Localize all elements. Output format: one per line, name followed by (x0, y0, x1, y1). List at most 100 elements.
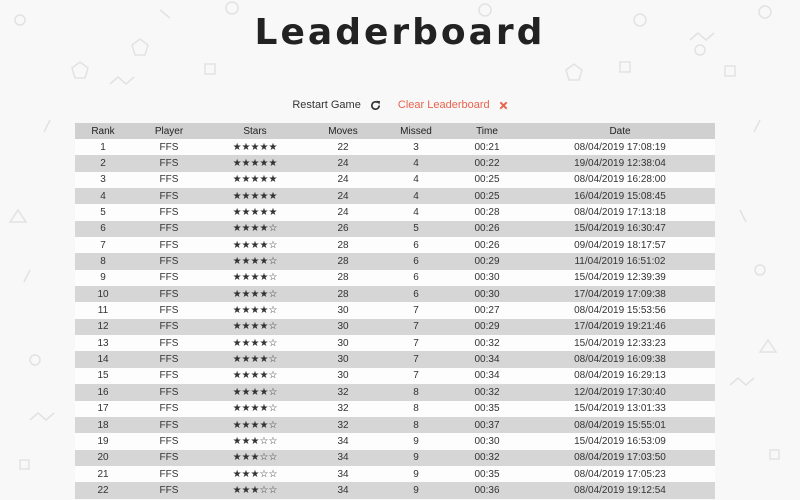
cell-date: 08/04/2019 17:05:23 (525, 465, 715, 483)
cell-time: 00:32 (449, 335, 525, 352)
cell-rank: 10 (75, 286, 131, 303)
column-header-date: Date (525, 123, 715, 139)
restart-game-button[interactable]: Restart Game (292, 97, 380, 113)
cell-time: 00:29 (449, 253, 525, 270)
cell-moves: 28 (303, 269, 383, 287)
cell-missed: 8 (383, 400, 449, 417)
cell-date: 08/04/2019 17:03:50 (525, 449, 715, 466)
cell-time: 00:34 (449, 367, 525, 385)
star-filled-icon: ★ (232, 484, 242, 496)
star-filled-icon: ★ (241, 256, 251, 268)
cell-missed: 7 (383, 302, 449, 319)
table-row: 8 FFS ★★★★☆ 28 6 00:29 11/04/2019 16:51:02 (75, 253, 715, 270)
star-filled-icon: ★ (232, 370, 242, 382)
star-filled-icon: ★ (241, 321, 251, 333)
leaderboard-controls: Restart Game Clear Leaderboard (0, 97, 800, 113)
star-rating: ★★★★☆ (207, 384, 303, 401)
cell-time: 00:27 (449, 302, 525, 319)
cell-missed: 9 (383, 465, 449, 483)
cell-date: 09/04/2019 18:17:57 (525, 237, 715, 254)
star-rating: ★★★★☆ (207, 318, 303, 336)
cell-player: FFS (131, 237, 207, 254)
star-filled-icon: ★ (241, 337, 251, 349)
star-filled-icon: ★ (232, 452, 242, 464)
cell-date: 15/04/2019 16:53:09 (525, 433, 715, 450)
table-row: 17 FFS ★★★★☆ 32 8 00:35 15/04/2019 13:01:33 (75, 400, 715, 417)
column-header-time: Time (449, 123, 525, 139)
star-filled-icon: ★ (268, 207, 278, 219)
star-filled-icon: ★ (241, 158, 251, 170)
cell-moves: 34 (303, 449, 383, 466)
close-icon (499, 101, 507, 109)
star-filled-icon: ★ (232, 321, 242, 333)
clear-leaderboard-button[interactable]: Clear Leaderboard (398, 97, 508, 113)
cell-time: 00:21 (449, 139, 525, 156)
star-filled-icon: ★ (232, 256, 242, 268)
star-rating: ★★★★☆ (207, 253, 303, 270)
star-filled-icon: ★ (232, 272, 242, 284)
table-row: 11 FFS ★★★★☆ 30 7 00:27 08/04/2019 15:53:56 (75, 302, 715, 319)
cell-date: 08/04/2019 17:13:18 (525, 204, 715, 221)
star-rating: ★★★★★ (207, 171, 303, 189)
cell-player: FFS (131, 400, 207, 417)
table-row: 21 FFS ★★★☆☆ 34 9 00:35 08/04/2019 17:05:23 (75, 465, 715, 483)
cell-missed: 6 (383, 286, 449, 303)
cell-moves: 26 (303, 220, 383, 238)
cell-missed: 7 (383, 351, 449, 368)
star-filled-icon: ★ (232, 158, 242, 170)
star-empty-icon: ☆ (268, 337, 278, 349)
table-row: 6 FFS ★★★★☆ 26 5 00:26 15/04/2019 16:30:47 (75, 220, 715, 238)
star-rating: ★★★☆☆ (207, 449, 303, 466)
cell-missed: 7 (383, 367, 449, 385)
star-filled-icon: ★ (241, 223, 251, 235)
star-rating: ★★★☆☆ (207, 465, 303, 483)
table-row: 3 FFS ★★★★★ 24 4 00:25 08/04/2019 16:28:00 (75, 171, 715, 189)
table-row: 19 FFS ★★★☆☆ 34 9 00:30 15/04/2019 16:53:09 (75, 433, 715, 450)
star-filled-icon: ★ (232, 174, 242, 186)
cell-date: 17/04/2019 19:21:46 (525, 318, 715, 336)
cell-player: FFS (131, 351, 207, 368)
cell-moves: 30 (303, 318, 383, 336)
cell-rank: 3 (75, 171, 131, 189)
cell-rank: 17 (75, 400, 131, 417)
star-filled-icon: ★ (232, 207, 242, 219)
star-filled-icon: ★ (241, 435, 251, 447)
cell-rank: 20 (75, 449, 131, 466)
cell-moves: 30 (303, 335, 383, 352)
star-empty-icon: ☆ (268, 468, 278, 480)
star-filled-icon: ★ (232, 288, 242, 300)
star-rating: ★★★★☆ (207, 302, 303, 319)
star-rating: ★★★★☆ (207, 400, 303, 417)
cell-missed: 5 (383, 220, 449, 238)
cell-player: FFS (131, 416, 207, 434)
column-header-player: Player (131, 123, 207, 139)
star-filled-icon: ★ (241, 354, 251, 366)
cell-moves: 34 (303, 465, 383, 483)
cell-player: FFS (131, 465, 207, 483)
table-row: 14 FFS ★★★★☆ 30 7 00:34 08/04/2019 16:09:38 (75, 351, 715, 368)
cell-date: 08/04/2019 16:29:13 (525, 367, 715, 385)
cell-time: 00:25 (449, 188, 525, 205)
cell-date: 15/04/2019 12:33:23 (525, 335, 715, 352)
star-empty-icon: ☆ (268, 354, 278, 366)
cell-moves: 22 (303, 139, 383, 156)
star-filled-icon: ★ (241, 452, 251, 464)
star-empty-icon: ☆ (268, 305, 278, 317)
page-title: Leaderboard (254, 12, 546, 53)
cell-player: FFS (131, 302, 207, 319)
star-filled-icon: ★ (241, 288, 251, 300)
star-rating: ★★★★☆ (207, 335, 303, 352)
star-empty-icon: ☆ (268, 272, 278, 284)
cell-time: 00:26 (449, 237, 525, 254)
table-row: 4 FFS ★★★★★ 24 4 00:25 16/04/2019 15:08:45 (75, 188, 715, 205)
cell-missed: 7 (383, 318, 449, 336)
cell-rank: 15 (75, 367, 131, 385)
star-rating: ★★★★☆ (207, 286, 303, 303)
star-filled-icon: ★ (241, 403, 251, 415)
cell-rank: 16 (75, 384, 131, 401)
cell-player: FFS (131, 482, 207, 499)
star-rating: ★★★★★ (207, 204, 303, 221)
star-filled-icon: ★ (232, 354, 242, 366)
cell-date: 08/04/2019 15:53:56 (525, 302, 715, 319)
star-filled-icon: ★ (241, 207, 251, 219)
